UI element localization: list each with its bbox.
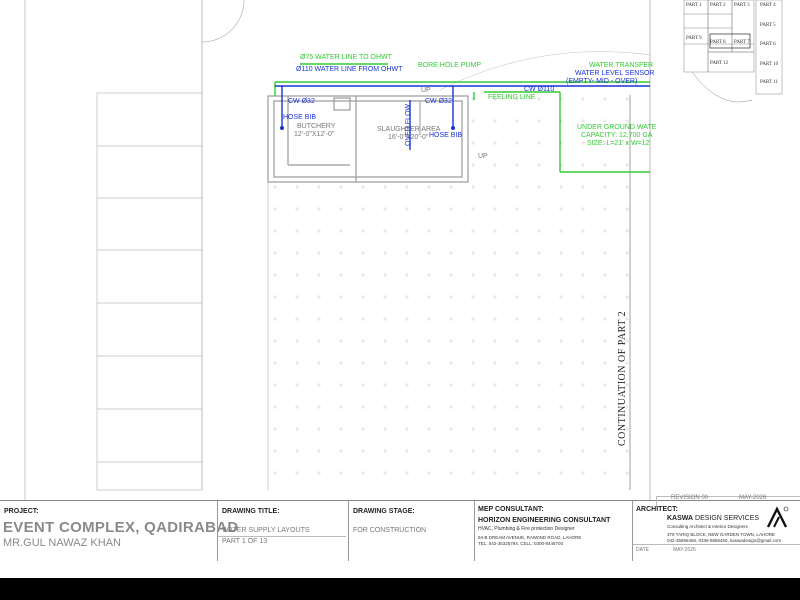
key-part-1: PART 1 (686, 3, 702, 8)
label-water-level-sensor: WATER LEVEL SENSOR (575, 70, 655, 77)
hatched-yard-upper (470, 95, 630, 183)
label-cw32-right: CW Ø32 (425, 98, 452, 105)
label-hose-bib-right: HOSE BIB (429, 132, 463, 139)
label-feeling-line: FEELING LINE (488, 94, 536, 101)
label-tank-size: SIZE: L=21' x W=12' (587, 140, 651, 147)
label-bore-hole-pump: BORE HOLE PUMP (418, 62, 482, 69)
architect-cell: ARCHITECT: KASWA DESIGN SERVICES Consult… (632, 501, 800, 561)
label-cw110: CW Ø110 (524, 86, 555, 93)
title-block: REVISION 00 MAY-2026 PROJECT: EVENT COMP… (0, 495, 800, 563)
architect-logo-icon (766, 506, 789, 528)
mep-address: 94-B DREAM AVENUE, RAIWIND ROAD, LAHORE (478, 535, 582, 540)
hose-bib-marker-right (451, 126, 455, 130)
architect-firm-bold: KASWA (667, 515, 694, 522)
mep-heading: MEP CONSULTANT: (478, 506, 544, 513)
label-water-line-ohwt: Ø75 WATER LINE TO OHWT (300, 54, 392, 61)
key-plan: PART 1 PART 2 PART 3 PART 4 PART 5 PART … (680, 0, 792, 118)
architect-heading: ARCHITECT: (636, 506, 678, 513)
key-part-5: PART 5 (760, 23, 776, 28)
key-plan-drawing (683, 0, 783, 103)
label-butchery: BUTCHERY (297, 123, 336, 130)
architect-firm-rest: DESIGN SERVICES (693, 515, 760, 522)
label-up-top: UP (421, 87, 431, 94)
client-name: MR.GUL NAWAZ KHAN (3, 537, 121, 549)
project-name: EVENT COMPLEX, QADIRABAD (3, 519, 239, 536)
drawing-stage-cell: DRAWING STAGE: FOR CONSTRUCTION (348, 501, 471, 561)
key-part-6: PART 6 (760, 42, 776, 47)
key-part-2: PART 2 (710, 3, 726, 8)
drawing-title-heading: DRAWING TITLE: (222, 508, 280, 515)
mep-telephone: TEL: 042-35325794, CELL: 0300-8446700 (478, 541, 564, 546)
building-walls (267, 95, 469, 183)
mep-consultant-cell: MEP CONSULTANT: HORIZON ENGINEERING CONS… (474, 501, 629, 561)
mep-name: HORIZON ENGINEERING CONSULTANT (478, 517, 611, 524)
key-part-12: PART 12 (710, 61, 729, 66)
architect-telephone: 042-35856456, 0336-5856450, kaswadesign@… (667, 538, 782, 543)
door-arc (201, 0, 245, 43)
drawing-title: WATER SUPPLY LAYOUTS (222, 527, 310, 534)
label-water-transfer: WATER TRANSFER (589, 62, 654, 69)
label-cw32-left: CW Ø32 (288, 98, 315, 105)
label-hose-bib-left: HOSE BIB (283, 114, 317, 121)
drawing-stage-heading: DRAWING STAGE: (353, 508, 415, 515)
architect-subtitle: Consulting Architect & Interior Designer… (667, 524, 748, 529)
date-value: MAY-2026 (673, 547, 696, 553)
key-part-3: PART 3 (734, 3, 750, 8)
label-up-right: UP (478, 153, 488, 160)
key-part-9: PART 9 (686, 36, 702, 41)
architect-address: 379 TARIQ BLOCK, NEW GARDEN TOWN, LAHORE (667, 532, 775, 537)
key-part-11: PART 11 (760, 80, 778, 85)
mep-subtitle: HVAC, Plumbing & Fire protection Designe… (478, 526, 575, 532)
label-continuation: CONTINUATION OF PART 2 (617, 310, 628, 446)
hatched-yard (268, 182, 630, 492)
architect-firm: KASWA DESIGN SERVICES (667, 515, 759, 522)
label-water-line-from-ohwt: Ø110 WATER LINE FROM OHWT (296, 66, 403, 73)
bottom-black-bar (0, 578, 800, 600)
drawing-title-cell: DRAWING TITLE: WATER SUPPLY LAYOUTS PART… (217, 501, 346, 561)
key-part-4: PART 4 (760, 3, 776, 8)
label-over-flow: OVER FLOW (405, 103, 412, 146)
date-label: DATE (636, 547, 649, 553)
drawing-canvas: Ø75 WATER LINE TO OHWT Ø110 WATER LINE F… (0, 0, 800, 500)
hose-bib-marker-left (280, 126, 284, 130)
drawing-part: PART 1 OF 13 (222, 538, 268, 545)
key-part-7: PART 7 (734, 40, 750, 45)
key-part-10: PART 10 (760, 62, 779, 67)
project-heading: PROJECT: (4, 508, 39, 515)
label-sensor-levels: (EMPTY- MID - OVER) (566, 78, 638, 85)
label-capacity: CAPACITY: 12,700 GA (581, 132, 653, 139)
label-underground-water: UNDER GROUND WATE (577, 124, 657, 131)
drawing-stage: FOR CONSTRUCTION (353, 527, 427, 534)
key-part-8: PART 8 (710, 40, 726, 45)
parking-bays (96, 92, 203, 491)
label-butchery-size: 12'-0"X12'-0" (294, 131, 335, 138)
